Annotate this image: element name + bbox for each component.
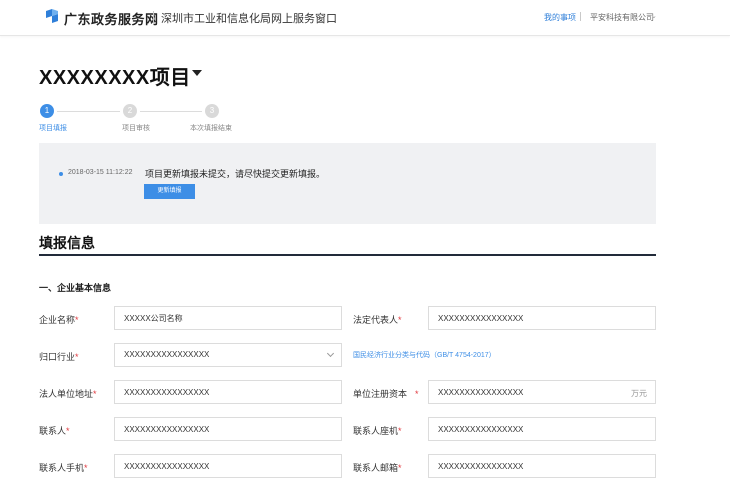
required-mark: * <box>75 352 79 362</box>
page-title: XXXXXXXX项目 <box>39 67 191 89</box>
address-label: 法人单位地址* <box>39 389 97 399</box>
industry-label: 归口行业* <box>39 352 79 362</box>
required-mark: * <box>398 315 402 325</box>
industry-selected-value: XXXXXXXXXXXXXXXX <box>124 350 210 359</box>
header-divider <box>580 12 581 21</box>
caret-down-icon[interactable] <box>192 70 202 76</box>
notice-timestamp: 2018-03-15 11:12:22 <box>68 169 133 176</box>
contact-email-input[interactable] <box>428 454 656 478</box>
required-mark: * <box>398 463 402 473</box>
legal-rep-label: 法定代表人* <box>353 315 402 325</box>
company-name-label: 企业名称* <box>39 315 79 325</box>
my-items-link[interactable]: 我的事项 <box>544 12 576 23</box>
timeline-dot-icon <box>59 172 63 176</box>
top-header: 广东政务服务网 深圳市工业和信息化局网上服务窗口 我的事项 平安科技有限公司 ⌄ <box>0 0 730 36</box>
step-2-label: 项目审核 <box>122 125 150 132</box>
industry-select[interactable]: XXXXXXXXXXXXXXXX <box>114 343 342 367</box>
gov-logo-icon <box>46 9 58 23</box>
contact-email-label: 联系人邮箱* <box>353 463 402 473</box>
contact-mobile-input[interactable] <box>114 454 342 478</box>
contact-label: 联系人* <box>39 426 70 436</box>
subsection-title: 一、企业基本信息 <box>39 283 112 293</box>
capital-input[interactable] <box>428 380 656 404</box>
required-mark: * <box>84 463 88 473</box>
company-name-input[interactable] <box>114 306 342 330</box>
section-title: 填报信息 <box>39 235 95 251</box>
brand-divider <box>153 11 154 23</box>
step-1-circle: 1 <box>40 104 54 118</box>
required-mark: * <box>415 389 419 399</box>
capital-unit: 万元 <box>631 389 647 398</box>
company-menu[interactable]: 平安科技有限公司 <box>590 12 654 23</box>
capital-label: 单位注册资本 * <box>353 389 419 399</box>
required-mark: * <box>398 426 402 436</box>
legal-rep-input[interactable] <box>428 306 656 330</box>
contact-input[interactable] <box>114 417 342 441</box>
industry-standard-link[interactable]: 国民经济行业分类与代码（GB/T 4754-2017） <box>353 350 496 360</box>
step-connector <box>140 111 202 112</box>
brand-name[interactable]: 广东政务服务网 <box>64 9 159 28</box>
step-1-label: 项目填报 <box>39 125 67 132</box>
portal-name: 深圳市工业和信息化局网上服务窗口 <box>161 13 337 25</box>
contact-phone-label: 联系人座机* <box>353 426 402 436</box>
required-mark: * <box>75 315 79 325</box>
chevron-down-icon[interactable]: ⌄ <box>651 12 657 20</box>
step-connector <box>57 111 120 112</box>
update-report-button[interactable]: 更新填报 <box>144 184 195 199</box>
step-3-label: 本次填报结束 <box>190 125 232 132</box>
section-divider <box>39 254 656 256</box>
contact-phone-input[interactable] <box>428 417 656 441</box>
required-mark: * <box>93 389 97 399</box>
address-input[interactable] <box>114 380 342 404</box>
update-notice: 2018-03-15 11:12:22 项目更新填报未提交，请尽快提交更新填报。… <box>39 143 656 224</box>
notice-message: 项目更新填报未提交，请尽快提交更新填报。 <box>145 169 326 179</box>
step-3-circle: 3 <box>205 104 219 118</box>
step-2-circle: 2 <box>123 104 137 118</box>
required-mark: * <box>66 426 70 436</box>
contact-mobile-label: 联系人手机* <box>39 463 88 473</box>
